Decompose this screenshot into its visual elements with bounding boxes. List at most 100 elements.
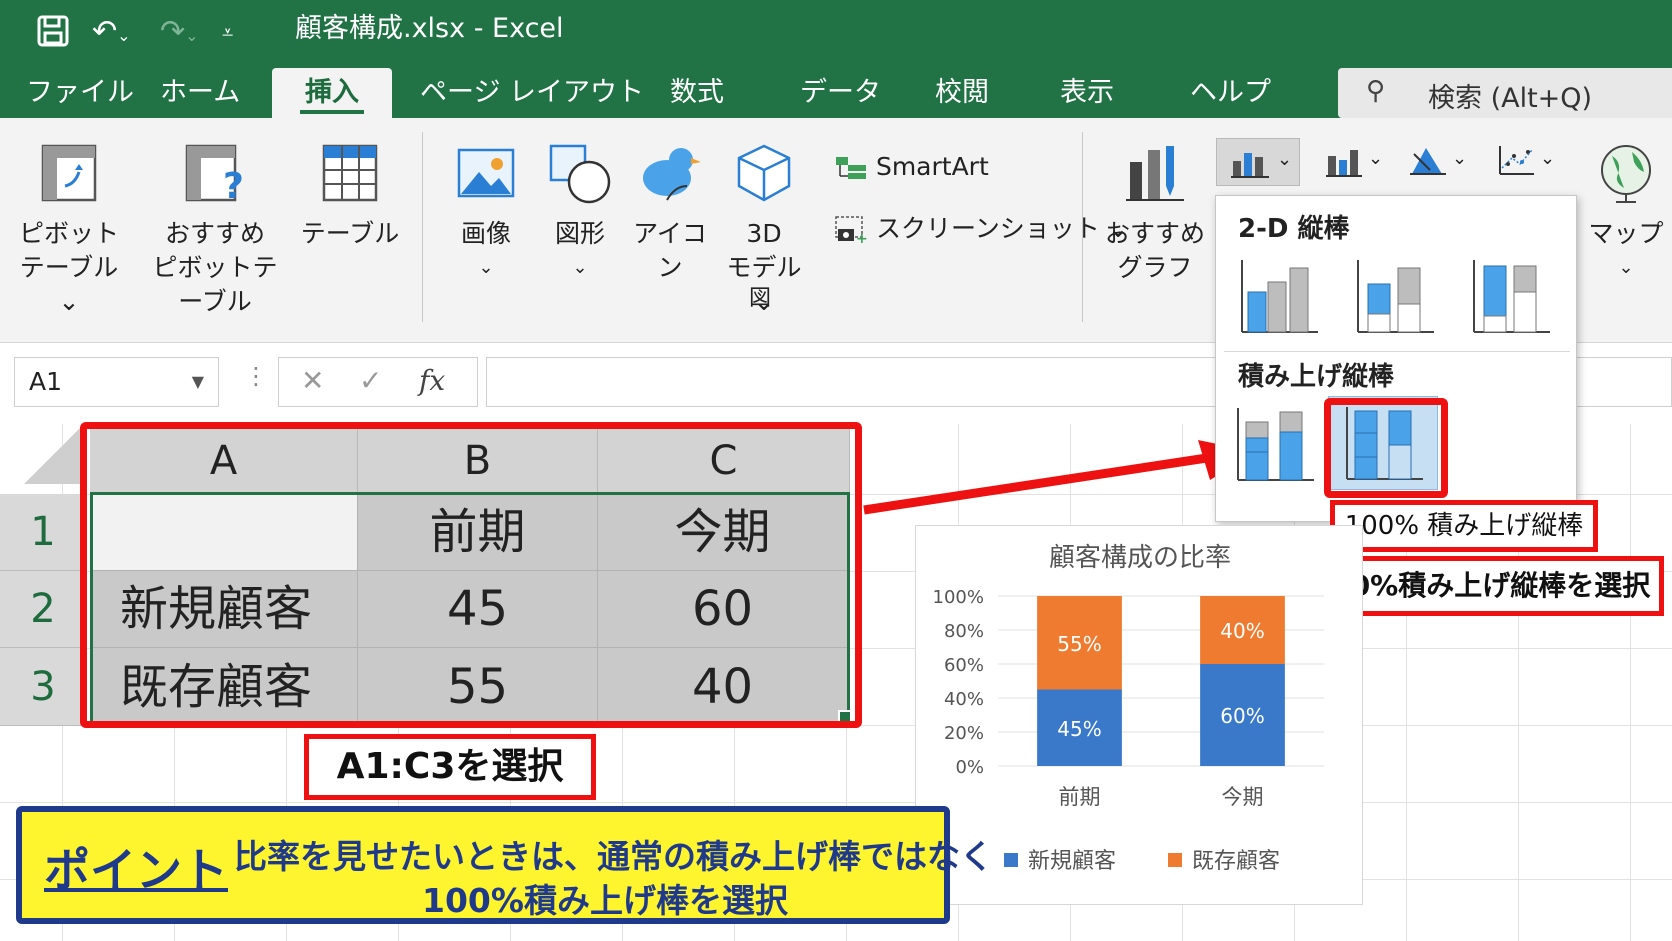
tab-data[interactable]: データ xyxy=(790,68,891,118)
tab-file[interactable]: ファイル xyxy=(16,68,144,118)
3d-column-icon[interactable] xyxy=(1470,258,1552,336)
y-tick-label: 60% xyxy=(944,655,984,676)
tab-formulas[interactable]: 数式 xyxy=(660,68,734,118)
recommended-pivot-icon: ? xyxy=(185,144,244,207)
ribbon-separator xyxy=(1082,132,1083,322)
waterfall-chart-button[interactable]: ⌄ xyxy=(1402,138,1472,186)
icons-label: アイコン xyxy=(633,219,707,282)
data-label: 45% xyxy=(1057,717,1101,741)
group-label-illustrations: 図 xyxy=(748,286,771,311)
tab-insert[interactable]: 挿入 xyxy=(272,68,392,118)
y-tick-label: 20% xyxy=(944,723,984,744)
screenshot-label: スクリーンショット ⌄ xyxy=(875,214,1129,243)
table-icon xyxy=(322,144,378,202)
tab-help[interactable]: ヘルプ xyxy=(1180,68,1281,118)
selected-option-highlight xyxy=(1324,398,1448,498)
undo-icon[interactable]: ↶⌄ xyxy=(92,14,131,54)
y-tick-label: 0% xyxy=(955,757,984,778)
name-box-value: A1 xyxy=(29,367,63,396)
image-icon xyxy=(457,148,515,198)
range-highlight xyxy=(80,422,862,728)
pivot-table-button[interactable]: ピボット テーブル ⌄ xyxy=(14,142,124,319)
scatter-chart-icon xyxy=(1499,146,1534,175)
recommended-chart-button[interactable]: おすすめ グラフ xyxy=(1100,142,1210,285)
y-tick-label: 80% xyxy=(944,621,984,642)
search-icon: ⚲ xyxy=(1366,76,1386,106)
recommended-chart-icon xyxy=(1126,146,1184,201)
shapes-button[interactable]: 図形 ⌄ xyxy=(538,142,622,285)
image-label: 画像 xyxy=(460,219,511,248)
search-placeholder: 検索 (Alt+Q) xyxy=(1428,83,1593,114)
tab-home[interactable]: ホーム xyxy=(150,68,250,118)
smartart-button[interactable]: SmartArt xyxy=(834,150,989,184)
tab-review[interactable]: 校閲 xyxy=(925,68,999,118)
bar-chart-icon xyxy=(1326,150,1362,177)
pivot-table-icon xyxy=(41,144,97,202)
chart-categories: 前期 今期 xyxy=(1059,785,1264,809)
recommended-chart-label-1: おすすめ xyxy=(1104,219,1205,248)
legend-label: 既存顧客 xyxy=(1192,849,1280,874)
formula-bar-grip-icon[interactable]: ⋮ xyxy=(244,362,268,390)
point-label: ポイント xyxy=(44,843,228,897)
column-chart-dropdown-button[interactable]: ⌄ xyxy=(1216,138,1300,186)
map-dropdown-icon: ⌄ xyxy=(1618,257,1634,278)
redo-icon[interactable]: ↷⌄ xyxy=(160,14,199,54)
table-button[interactable]: テーブル xyxy=(300,142,400,251)
image-button[interactable]: 画像 ⌄ xyxy=(444,142,528,285)
chevron-down-icon[interactable]: ▼ xyxy=(192,358,204,406)
recommended-pivot-label-2: ピボットテーブル xyxy=(152,253,278,316)
name-box[interactable]: A1 ▼ xyxy=(14,357,219,407)
pivot-table-label-1: ピボット xyxy=(18,219,119,248)
map-button[interactable]: マップ ⌄ xyxy=(1584,142,1668,285)
legend-swatch xyxy=(1168,853,1182,867)
svg-text:?: ? xyxy=(223,166,244,204)
select-range-callout: A1:C3を選択 xyxy=(304,734,596,800)
tab-page-layout[interactable]: ページ レイアウト xyxy=(410,68,654,118)
legend-label: 新規顧客 xyxy=(1028,849,1116,874)
data-label: 55% xyxy=(1057,632,1101,656)
clustered-column-icon[interactable] xyxy=(1238,258,1320,336)
point-text-line-2: 100%積み上げ棒を選択 xyxy=(422,881,788,920)
smartart-icon xyxy=(834,155,868,181)
bird-icon xyxy=(643,148,701,201)
customize-qat-icon[interactable]: ⩡ xyxy=(222,14,233,50)
save-icon[interactable] xyxy=(36,14,70,57)
recommended-chart-label-2: グラフ xyxy=(1117,253,1193,282)
cancel-icon[interactable]: ✕ xyxy=(301,364,324,397)
pivot-table-label-2: テーブル ⌄ xyxy=(19,253,119,316)
point-box: ポイント 比率を見せたいときは、通常の積み上げ棒ではなく 100%積み上げ棒を選… xyxy=(16,806,993,924)
chevron-down-icon: ⌄ xyxy=(1452,148,1468,169)
recommended-pivot-button[interactable]: ? おすすめ ピボットテーブル xyxy=(140,142,290,319)
enter-icon[interactable]: ✓ xyxy=(359,364,382,397)
row-header-3[interactable]: 3 xyxy=(0,648,86,726)
insert-function-icon[interactable]: fx xyxy=(419,364,445,397)
row-header-1[interactable]: 1 xyxy=(0,494,86,571)
scatter-chart-button[interactable]: ⌄ xyxy=(1490,138,1560,186)
shapes-label: 図形 xyxy=(554,219,605,248)
stacked-column-icon[interactable] xyxy=(1234,406,1316,484)
data-label: 40% xyxy=(1220,619,1264,643)
tab-view[interactable]: 表示 xyxy=(1050,68,1124,118)
category-label: 前期 xyxy=(1059,785,1101,809)
chart-title: 顧客構成の比率 xyxy=(1049,543,1231,573)
window-title: 顧客構成.xlsx - Excel xyxy=(295,13,564,44)
ribbon-separator xyxy=(422,132,423,322)
table-label: テーブル xyxy=(300,219,400,248)
row-header-2[interactable]: 2 xyxy=(0,571,86,648)
search-input[interactable]: ⚲ 検索 (Alt+Q) xyxy=(1338,68,1672,118)
chart-bars: 45% 55% 60% 40% xyxy=(1037,596,1285,766)
legend-swatch xyxy=(1004,853,1018,867)
image-dropdown-icon: ⌄ xyxy=(478,257,494,278)
hierarchy-chart-button[interactable]: ⌄ xyxy=(1318,138,1388,186)
icons-button[interactable]: アイコン xyxy=(624,142,716,285)
formula-actions: ✕ ✓ fx xyxy=(278,357,478,407)
chevron-down-icon: ⌄ xyxy=(1540,148,1556,169)
screenshot-button[interactable]: + スクリーンショット ⌄ xyxy=(834,212,1129,247)
stacked-column-icon-small[interactable] xyxy=(1354,258,1436,336)
chevron-down-icon: ⌄ xyxy=(1368,148,1384,169)
svg-text:+: + xyxy=(856,231,868,245)
select-all-corner[interactable] xyxy=(24,428,80,484)
point-text-line-1: 比率を見せたいときは、通常の積み上げ棒ではなく xyxy=(234,837,993,876)
y-tick-label: 40% xyxy=(944,689,984,710)
recommended-pivot-label-1: おすすめ xyxy=(164,219,265,248)
